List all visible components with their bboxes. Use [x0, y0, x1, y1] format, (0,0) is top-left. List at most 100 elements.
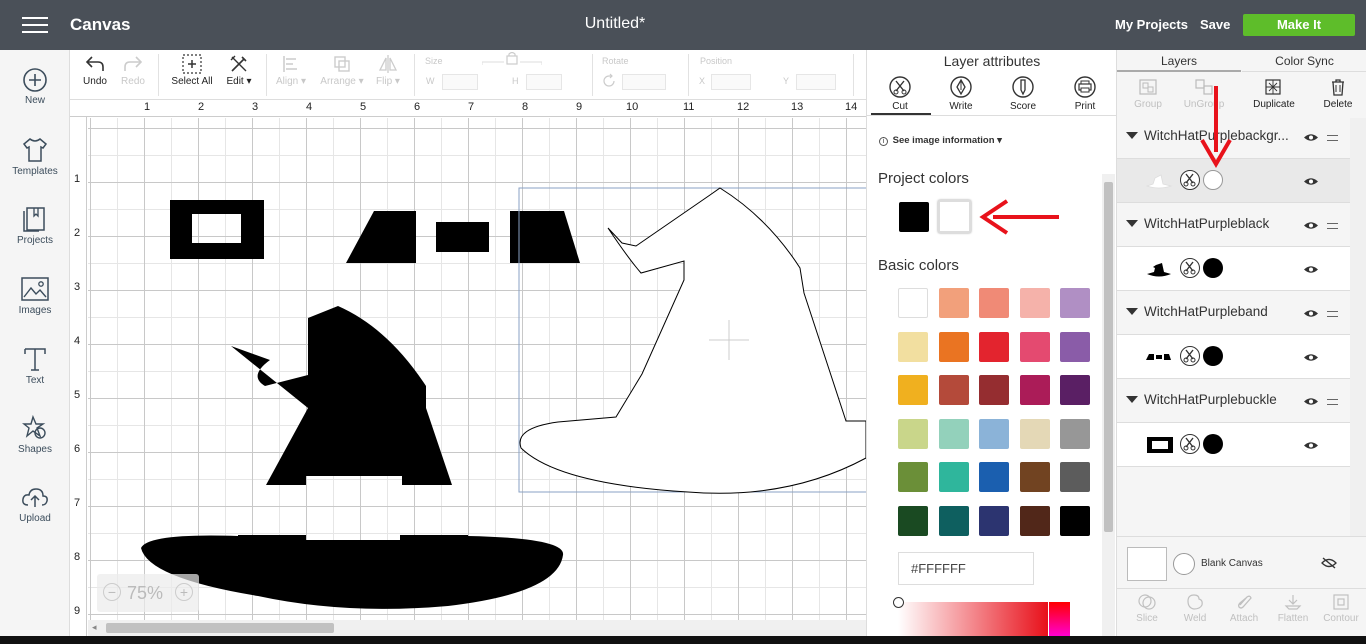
undo-button[interactable]: Undo: [80, 52, 110, 87]
basic-color-swatch[interactable]: [938, 375, 969, 405]
basic-color-swatch[interactable]: [938, 505, 969, 536]
drag-handle-icon[interactable]: [1327, 311, 1338, 317]
eye-icon[interactable]: [1304, 309, 1318, 318]
collapse-triangle-icon[interactable]: [1126, 220, 1138, 227]
basic-color-swatch[interactable]: [1060, 331, 1090, 362]
basic-color-swatch[interactable]: [898, 331, 928, 362]
basic-color-swatch[interactable]: [898, 505, 928, 536]
basic-color-swatch[interactable]: [979, 462, 1009, 492]
lock-icon[interactable]: [482, 52, 542, 66]
basic-color-swatch[interactable]: [1019, 331, 1050, 362]
blank-canvas-color-dot[interactable]: [1173, 553, 1195, 575]
sidebar-item-new[interactable]: New: [0, 67, 70, 106]
basic-color-swatch[interactable]: [1019, 505, 1050, 536]
blank-canvas-row[interactable]: Blank Canvas: [1117, 536, 1366, 588]
tab-print[interactable]: Print: [1055, 76, 1115, 112]
sidebar-item-projects[interactable]: Projects: [0, 205, 70, 246]
eye-icon[interactable]: [1304, 133, 1318, 142]
edit-button[interactable]: Edit ▾: [221, 52, 257, 87]
layer-child-row[interactable]: [1117, 335, 1350, 379]
select-all-button[interactable]: Select All: [169, 52, 215, 87]
basic-color-swatch[interactable]: [938, 331, 969, 362]
layer-group-row[interactable]: WitchHatPurplebackgr...: [1117, 115, 1350, 159]
collapse-triangle-icon[interactable]: [1126, 308, 1138, 315]
hue-slider[interactable]: [1049, 602, 1070, 636]
arrange-button[interactable]: Arrange ▾: [316, 52, 368, 87]
layers-scrollbar[interactable]: [1350, 118, 1366, 580]
witch-hat-band-shape[interactable]: [346, 211, 416, 263]
tab-write[interactable]: Write: [931, 76, 991, 112]
basic-color-swatch[interactable]: [1019, 375, 1050, 405]
layer-color-dot[interactable]: [1203, 346, 1223, 366]
color-picker-gradient[interactable]: [898, 602, 1048, 636]
eye-icon[interactable]: [1304, 221, 1318, 230]
basic-color-swatch[interactable]: [898, 375, 928, 405]
width-input[interactable]: [442, 74, 478, 90]
basic-color-swatch[interactable]: [1019, 418, 1050, 449]
blank-canvas-swatch[interactable]: [1127, 547, 1167, 581]
flip-button[interactable]: Flip ▾: [373, 52, 403, 87]
drag-handle-icon[interactable]: [1327, 399, 1338, 405]
tab-cut[interactable]: Cut: [870, 76, 930, 112]
zoom-in-button[interactable]: +: [175, 583, 193, 601]
sidebar-item-text[interactable]: Text: [0, 345, 70, 386]
vertical-scrollbar[interactable]: [1102, 174, 1115, 636]
hex-color-input[interactable]: #FFFFFF: [898, 552, 1034, 585]
layer-color-dot[interactable]: [1203, 170, 1223, 190]
group-button[interactable]: Group: [1117, 77, 1179, 110]
flatten-button[interactable]: Flatten: [1268, 593, 1318, 624]
witch-hat-black-shape[interactable]: [141, 535, 564, 609]
scrollbar-thumb[interactable]: [106, 623, 334, 633]
color-picker-handle[interactable]: [893, 597, 904, 608]
eye-icon[interactable]: [1304, 353, 1318, 362]
eye-icon[interactable]: [1304, 397, 1318, 406]
sidebar-item-images[interactable]: Images: [0, 275, 70, 316]
sidebar-item-shapes[interactable]: Shapes: [0, 414, 70, 455]
scrollbar-thumb[interactable]: [1104, 182, 1113, 532]
layer-color-dot[interactable]: [1203, 258, 1223, 278]
see-image-information-link[interactable]: i See image information ▾: [879, 135, 1002, 146]
basic-color-swatch[interactable]: [979, 331, 1009, 362]
y-input[interactable]: [796, 74, 836, 90]
zoom-out-button[interactable]: −: [103, 583, 121, 601]
eye-icon[interactable]: [1304, 265, 1318, 274]
basic-color-swatch[interactable]: [938, 462, 969, 492]
attach-button[interactable]: Attach: [1219, 593, 1269, 624]
drag-handle-icon[interactable]: [1327, 135, 1338, 141]
tab-layers[interactable]: Layers: [1117, 50, 1241, 72]
sidebar-item-templates[interactable]: Templates: [0, 136, 70, 177]
layer-group-row[interactable]: WitchHatPurpleband: [1117, 291, 1350, 335]
collapse-triangle-icon[interactable]: [1126, 132, 1138, 139]
project-color-swatch-white[interactable]: [938, 200, 971, 233]
layer-group-row[interactable]: WitchHatPurpleblack: [1117, 203, 1350, 247]
horizontal-scrollbar[interactable]: ◂: [88, 620, 866, 636]
layer-group-row[interactable]: WitchHatPurplebuckle: [1117, 379, 1350, 423]
witch-hat-buckle-shape[interactable]: [170, 200, 264, 259]
layer-child-row[interactable]: [1117, 159, 1350, 203]
layer-child-row[interactable]: [1117, 423, 1350, 467]
weld-button[interactable]: Weld: [1170, 593, 1220, 624]
sidebar-item-upload[interactable]: Upload: [0, 485, 70, 524]
rotate-input[interactable]: [622, 74, 666, 90]
basic-color-swatch[interactable]: [979, 375, 1009, 405]
basic-color-swatch[interactable]: [979, 505, 1009, 536]
basic-color-swatch[interactable]: [1060, 288, 1090, 318]
basic-color-swatch[interactable]: [938, 288, 969, 318]
eye-icon[interactable]: [1304, 177, 1318, 186]
basic-color-swatch[interactable]: [1019, 462, 1050, 492]
basic-color-swatch[interactable]: [1060, 375, 1090, 405]
basic-color-swatch[interactable]: [938, 418, 969, 449]
project-color-swatch-black[interactable]: [899, 202, 929, 232]
height-input[interactable]: [526, 74, 562, 90]
basic-color-swatch[interactable]: [979, 418, 1009, 449]
contour-button[interactable]: Contour: [1316, 593, 1366, 624]
make-it-button[interactable]: Make It: [1243, 14, 1355, 36]
basic-color-swatch[interactable]: [898, 462, 928, 492]
witch-hat-black-shape[interactable]: [231, 306, 452, 485]
save-button[interactable]: Save: [1200, 17, 1230, 32]
x-input[interactable]: [711, 74, 751, 90]
witch-hat-band-shape[interactable]: [510, 211, 580, 263]
scroll-left-icon[interactable]: ◂: [92, 622, 97, 633]
tab-color-sync[interactable]: Color Sync: [1242, 50, 1366, 72]
layer-child-row[interactable]: [1117, 247, 1350, 291]
